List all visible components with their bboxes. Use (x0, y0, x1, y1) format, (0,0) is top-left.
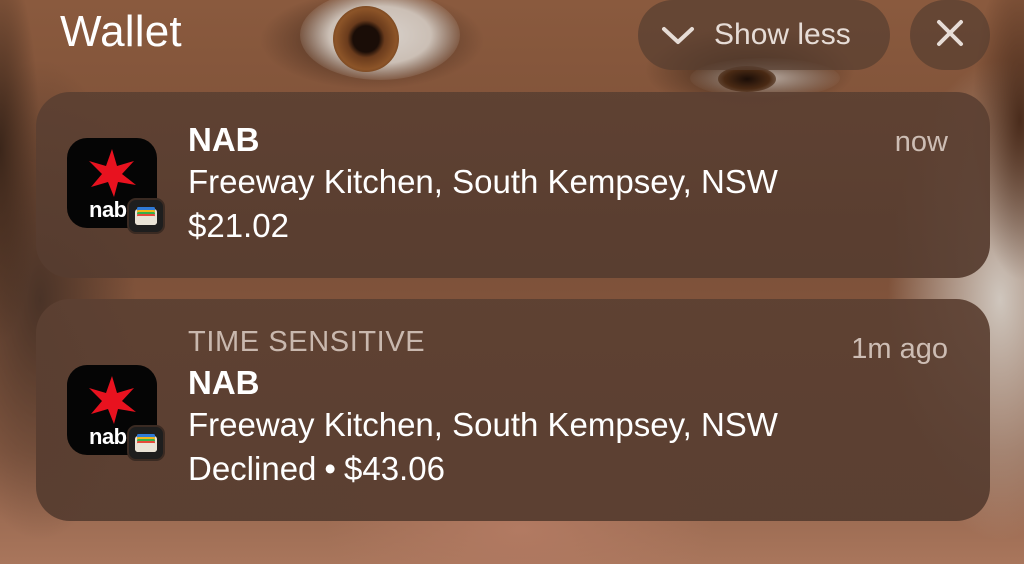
notification-amount: $21.02 (188, 207, 289, 244)
chevron-down-icon (660, 20, 700, 50)
wallet-icon (127, 425, 165, 461)
clear-notifications-button[interactable] (910, 0, 990, 70)
notification-merchant: Freeway Kitchen, South Kempsey, NSW (188, 163, 778, 200)
separator-dot: • (324, 450, 336, 487)
wallpaper-iris-left (333, 6, 399, 72)
notification-time: 1m ago (851, 333, 948, 365)
show-less-label: Show less (714, 18, 851, 51)
nab-star-icon (87, 376, 137, 429)
app-brand-text: nab (89, 424, 127, 449)
time-sensitive-label: TIME SENSITIVE (188, 326, 426, 358)
nab-star-icon (87, 149, 137, 202)
notification-card[interactable]: nab TIME SENSITIVE NAB Freeway Kitchen, … (36, 299, 990, 521)
notification-status: Declined (188, 450, 317, 487)
close-icon (935, 18, 965, 53)
notification-status-line: Declined • $43.06 (188, 447, 778, 491)
lock-screen: Wallet Show less nab NAB Freeway Kitchen… (0, 0, 1024, 564)
notification-content: NAB Freeway Kitchen, South Kempsey, NSW … (188, 120, 778, 248)
notification-card[interactable]: nab NAB Freeway Kitchen, South Kempsey, … (36, 92, 990, 278)
app-brand-text: nab (89, 197, 127, 222)
notification-amount: $43.06 (343, 450, 445, 487)
nab-app-icon: nab (67, 138, 165, 234)
notification-time: now (894, 126, 948, 158)
notification-title: NAB (188, 364, 260, 401)
nab-app-icon: nab (67, 365, 165, 461)
notification-content: TIME SENSITIVE NAB Freeway Kitchen, Sout… (188, 325, 778, 491)
group-title: Wallet (60, 7, 182, 56)
show-less-button[interactable]: Show less (638, 0, 890, 70)
wallet-icon (127, 198, 165, 234)
notification-title: NAB (188, 121, 260, 158)
notification-merchant: Freeway Kitchen, South Kempsey, NSW (188, 406, 778, 443)
